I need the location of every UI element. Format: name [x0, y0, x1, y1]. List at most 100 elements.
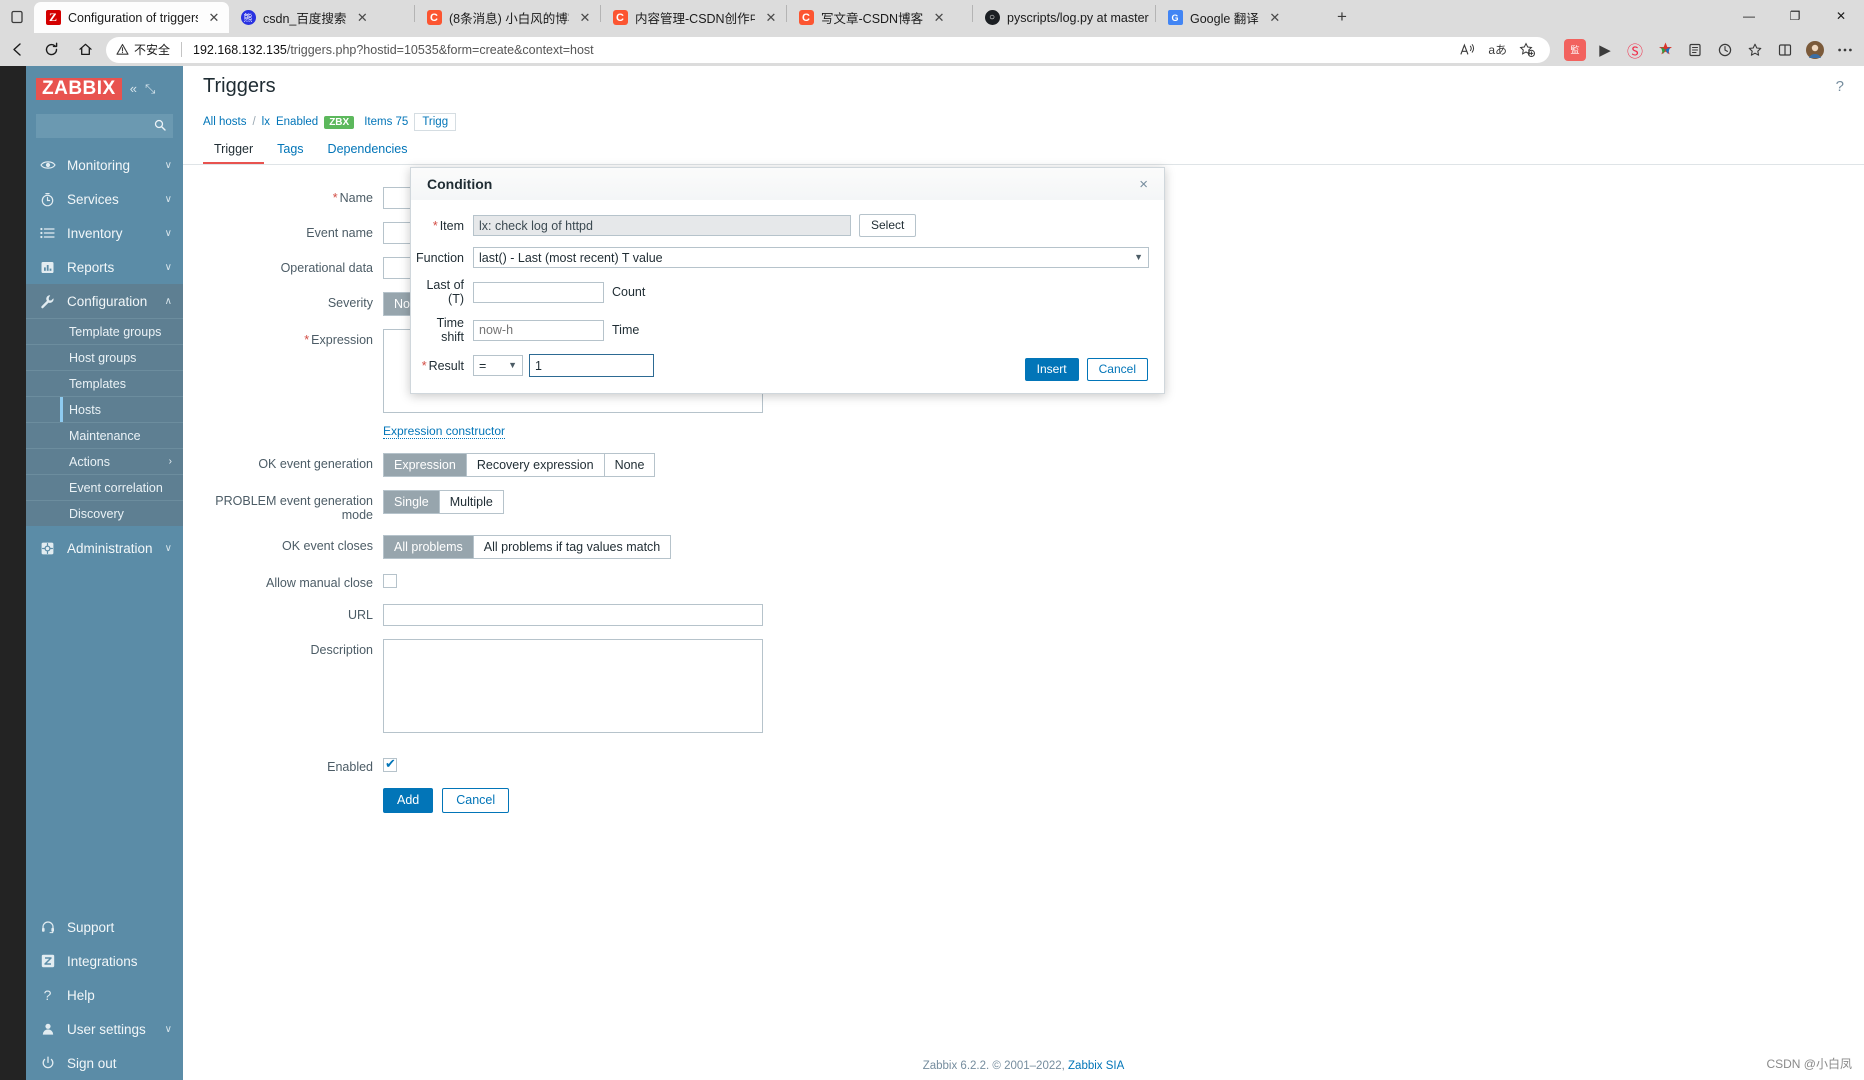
- sidebar-search[interactable]: [36, 114, 173, 138]
- ok-event-generation-option-recovery-expression[interactable]: Recovery expression: [466, 454, 605, 476]
- close-icon[interactable]: ✕: [353, 9, 371, 27]
- page-footer: Zabbix 6.2.2. © 2001–2022, Zabbix SIA: [183, 1060, 1864, 1072]
- ok-event-closes-option-all-problems[interactable]: All problems: [384, 536, 474, 558]
- sidebar-subitem-hosts[interactable]: Hosts: [26, 396, 183, 422]
- problem-mode-option-multiple[interactable]: Multiple: [439, 491, 503, 513]
- sidebar-subitem-template-groups[interactable]: Template groups: [26, 318, 183, 344]
- ok-event-generation-option-expression[interactable]: Expression: [384, 454, 467, 476]
- browser-essentials-icon[interactable]: [1714, 39, 1736, 61]
- tab-trigger[interactable]: Trigger: [203, 137, 265, 164]
- tab-search-icon[interactable]: [0, 0, 34, 33]
- sidebar-item-inventory[interactable]: Inventory ∨: [26, 216, 183, 250]
- close-icon[interactable]: ✕: [205, 9, 223, 27]
- new-tab-button[interactable]: +: [1328, 3, 1356, 31]
- ok-event-generation-segmented-control[interactable]: Expression Recovery expression None: [383, 453, 656, 477]
- add-favorite-icon[interactable]: [1519, 41, 1536, 58]
- ok-event-generation-option-none[interactable]: None: [604, 454, 655, 476]
- ok-event-closes-segmented-control[interactable]: All problems All problems if tag values …: [383, 535, 672, 559]
- maximize-button[interactable]: ❐: [1772, 0, 1818, 32]
- search-icon[interactable]: [154, 119, 166, 134]
- hide-sidebar-icon[interactable]: ⤡: [145, 81, 155, 97]
- close-icon[interactable]: ✕: [762, 9, 780, 27]
- sidebar-item-support[interactable]: Support: [26, 910, 183, 944]
- tab-dependencies[interactable]: Dependencies: [317, 137, 419, 164]
- sidebar-subitem-discovery[interactable]: Discovery: [26, 500, 183, 526]
- problem-mode-option-single[interactable]: Single: [384, 491, 440, 513]
- search-input[interactable]: [44, 118, 165, 134]
- item-select-button[interactable]: Select: [859, 214, 917, 237]
- allow-manual-close-checkbox[interactable]: [383, 573, 397, 588]
- browser-tab[interactable]: C (8条消息) 小白风的博客_CSDN ✕: [415, 2, 600, 33]
- help-icon[interactable]: ?: [1836, 78, 1844, 95]
- zabbix-sia-link[interactable]: Zabbix SIA: [1068, 1060, 1124, 1072]
- sidebar-item-reports[interactable]: Reports ∨: [26, 250, 183, 284]
- enabled-checkbox[interactable]: [383, 756, 397, 772]
- item-input[interactable]: [473, 215, 851, 236]
- url-input[interactable]: [383, 604, 763, 626]
- breadcrumb-triggers[interactable]: Trigg: [414, 113, 457, 131]
- expression-constructor-link[interactable]: Expression constructor: [383, 424, 506, 439]
- browser-tab[interactable]: C 内容管理-CSDN创作中心 ✕: [601, 2, 786, 33]
- sidebar-subitem-actions[interactable]: Actions ›: [26, 448, 183, 474]
- browser-tab[interactable]: Z Configuration of triggers ✕: [34, 2, 229, 33]
- last-of-t-input[interactable]: [473, 281, 604, 303]
- add-button[interactable]: Add: [383, 788, 434, 813]
- description-textarea[interactable]: [383, 639, 763, 733]
- result-operator-select[interactable]: [473, 355, 523, 376]
- settings-more-icon[interactable]: [1834, 39, 1856, 61]
- browser-tab[interactable]: 熊 csdn_百度搜索 ✕: [229, 2, 414, 33]
- function-select[interactable]: [473, 247, 1149, 268]
- cancel-button[interactable]: Cancel: [442, 788, 510, 813]
- play-extension-icon[interactable]: ▶: [1594, 39, 1616, 61]
- back-icon[interactable]: [0, 35, 34, 65]
- tab-tags[interactable]: Tags: [266, 137, 314, 164]
- breadcrumb-host[interactable]: lx: [262, 116, 270, 128]
- sidebar-subitem-host-groups[interactable]: Host groups: [26, 344, 183, 370]
- read-aloud-icon[interactable]: [1459, 42, 1476, 57]
- sidebar-item-administration[interactable]: Administration ∨: [26, 531, 183, 565]
- ok-event-closes-option-tag-match[interactable]: All problems if tag values match: [473, 536, 671, 558]
- close-icon[interactable]: ✕: [576, 9, 594, 27]
- collapse-sidebar-icon[interactable]: «: [130, 81, 137, 96]
- colorful-extension-icon[interactable]: [1654, 39, 1676, 61]
- sidebar-item-services[interactable]: Services ∨: [26, 182, 183, 216]
- browser-tab[interactable]: ○ pyscripts/log.py at master · ch: [973, 2, 1155, 33]
- translate-icon[interactable]: aあ: [1488, 41, 1507, 58]
- not-secure-warning[interactable]: 不安全: [116, 41, 170, 58]
- breadcrumb-status[interactable]: Enabled: [276, 116, 318, 128]
- close-icon[interactable]: ✕: [930, 9, 948, 27]
- breadcrumb-items[interactable]: Items 75: [364, 116, 408, 128]
- url-label: URL: [347, 608, 373, 622]
- split-screen-icon[interactable]: [1774, 39, 1796, 61]
- sidebar-item-configuration[interactable]: Configuration ∧: [26, 284, 183, 318]
- time-shift-input[interactable]: [473, 319, 604, 341]
- insert-button[interactable]: Insert: [1024, 358, 1079, 381]
- browser-tab[interactable]: G Google 翻译 ✕: [1156, 2, 1328, 33]
- redbox-extension-icon[interactable]: 監: [1564, 38, 1586, 61]
- result-value-input[interactable]: [529, 354, 654, 377]
- collections-icon[interactable]: [1684, 39, 1706, 61]
- sidebar-item-user-settings[interactable]: User settings ∨: [26, 1012, 183, 1046]
- close-icon[interactable]: ✕: [1266, 9, 1284, 27]
- minimize-button[interactable]: —: [1726, 0, 1772, 32]
- sidebar-subitem-maintenance[interactable]: Maintenance: [26, 422, 183, 448]
- address-bar[interactable]: 不安全 192.168.132.135/triggers.php?hostid=…: [106, 36, 1550, 63]
- dialog-cancel-button[interactable]: Cancel: [1086, 358, 1148, 381]
- problem-event-generation-mode-segmented-control[interactable]: Single Multiple: [383, 490, 504, 514]
- browser-tab[interactable]: C 写文章-CSDN博客 ✕: [787, 2, 972, 33]
- potplayer-extension-icon[interactable]: Ⓢ: [1624, 39, 1646, 61]
- profile-icon[interactable]: [1804, 39, 1826, 61]
- sidebar-subitem-templates[interactable]: Templates: [26, 370, 183, 396]
- google-translate-icon: G: [1167, 10, 1183, 26]
- sidebar-item-monitoring[interactable]: Monitoring ∨: [26, 148, 183, 182]
- favorites-bar-icon[interactable]: [1744, 39, 1766, 61]
- sidebar-item-sign-out[interactable]: Sign out: [26, 1046, 183, 1080]
- sidebar-item-integrations[interactable]: Integrations: [26, 944, 183, 978]
- sidebar-item-help[interactable]: ? Help: [26, 978, 183, 1012]
- home-icon[interactable]: [68, 35, 102, 65]
- close-icon[interactable]: ×: [1139, 176, 1148, 193]
- reload-icon[interactable]: [34, 35, 68, 65]
- close-window-button[interactable]: ✕: [1818, 0, 1864, 32]
- sidebar-subitem-event-correlation[interactable]: Event correlation: [26, 474, 183, 500]
- breadcrumb-all-hosts[interactable]: All hosts: [203, 116, 246, 128]
